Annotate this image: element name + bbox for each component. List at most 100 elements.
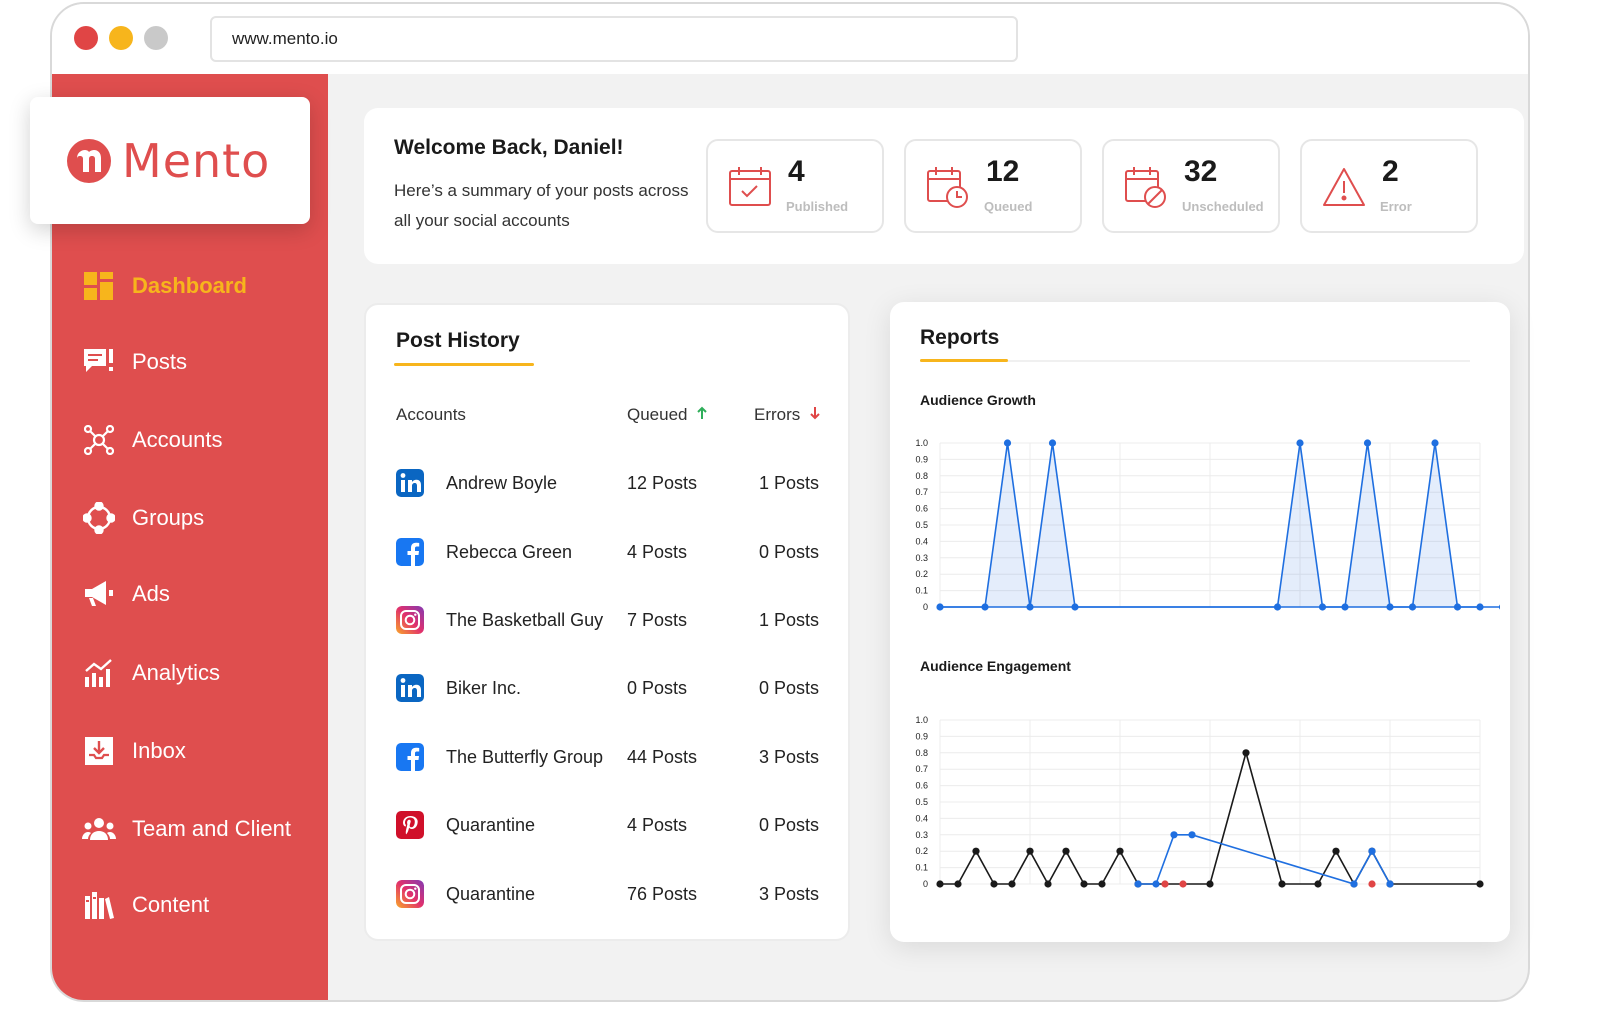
y-tick-label: 0.2 [915,569,928,579]
y-tick-label: 0.8 [915,471,928,481]
queued-count: 0 Posts [627,678,688,698]
close-window-button[interactable] [74,26,98,50]
data-point[interactable] [1080,880,1088,888]
browser-topbar: www.mento.io [52,4,1528,74]
data-point[interactable] [1476,880,1484,888]
table-row[interactable]: The Basketball Guy 7 Posts 1 Posts [366,606,848,642]
data-point[interactable] [1314,880,1322,888]
stat-label: Unscheduled [1182,199,1264,214]
data-point[interactable] [1044,880,1052,888]
sidebar-item-dashboard[interactable]: Dashboard [82,266,247,306]
data-point[interactable] [1062,847,1070,855]
data-point[interactable] [936,880,944,888]
data-point[interactable] [1116,847,1124,855]
data-point[interactable] [954,880,962,888]
table-row[interactable]: Rebecca Green 4 Posts 0 Posts [366,538,848,574]
data-point[interactable] [1152,880,1160,888]
sidebar-item-team-and-client[interactable]: Team and Client [82,809,291,849]
data-point[interactable] [1498,603,1500,610]
sidebar-item-inbox[interactable]: Inbox [82,731,186,771]
data-point[interactable] [1026,847,1034,855]
team-icon [82,812,116,846]
stat-queued[interactable]: 12 Queued [904,139,1082,233]
column-header-queued[interactable]: Queued [627,405,708,425]
y-tick-label: 0.6 [915,504,928,514]
data-point[interactable] [1332,847,1340,855]
brand-logo[interactable]: Mento [30,97,310,224]
table-row[interactable]: Andrew Boyle 12 Posts 1 Posts [366,469,848,505]
sort-down-arrow-icon [810,407,820,420]
analytics-icon [82,656,116,690]
data-point[interactable] [1170,831,1178,839]
data-point[interactable] [1098,880,1106,888]
stat-published[interactable]: 4 Published [706,139,884,233]
data-point[interactable] [990,880,998,888]
minimize-window-button[interactable] [109,26,133,50]
audience-engagement-chart: 0 0.1 0.2 0.3 0.4 0.5 0.6 0.7 0.8 0.9 1.0 [915,715,1484,889]
maximize-window-button[interactable] [144,26,168,50]
column-header-label: Queued [627,405,688,424]
y-tick-label: 0.1 [915,586,928,596]
sidebar-item-analytics[interactable]: Analytics [82,653,220,693]
errors-count: 1 Posts [759,610,820,630]
books-icon [82,888,116,922]
inbox-icon [82,734,116,768]
sidebar-item-content[interactable]: Content [82,885,209,925]
stat-value: 32 [1184,155,1218,188]
errors-count: 3 Posts [759,747,820,767]
data-point[interactable] [1386,880,1394,888]
address-bar[interactable]: www.mento.io [210,16,1018,62]
data-point[interactable] [972,847,980,855]
errors-count: 0 Posts [759,815,820,835]
data-point[interactable] [1350,880,1358,888]
accounts-icon [82,423,116,457]
sidebar-item-accounts[interactable]: Accounts [82,420,223,460]
data-point[interactable] [1188,831,1196,839]
sidebar-item-posts[interactable]: Posts [82,342,187,382]
posts-icon [82,345,116,379]
data-point[interactable] [1048,439,1057,447]
series-line [1138,834,1391,885]
sidebar-item-groups[interactable]: Groups [82,498,204,538]
brand-name: Mento [122,133,271,188]
data-point[interactable] [1161,880,1169,888]
data-point[interactable] [1008,880,1016,888]
data-point[interactable] [1179,880,1187,888]
data-point[interactable] [1242,749,1250,757]
data-point[interactable] [1278,880,1286,888]
table-row[interactable]: The Butterfly Group 44 Posts 3 Posts [366,743,848,779]
data-point[interactable] [1363,439,1372,447]
data-point[interactable] [1368,847,1376,855]
table-row[interactable]: Quarantine 76 Posts 3 Posts [366,880,848,916]
queued-count: 12 Posts [627,473,698,493]
stat-label: Queued [984,199,1033,214]
data-point[interactable] [1003,439,1012,447]
account-name: Rebecca Green [446,542,573,562]
column-header-errors[interactable]: Errors [754,405,821,425]
account-name: Quarantine [446,815,536,835]
stat-unscheduled[interactable]: 32 Unscheduled [1102,139,1280,233]
reports-title: Reports [920,326,1000,349]
y-tick-label: 0.3 [915,830,928,840]
groups-icon [82,501,116,535]
megaphone-icon [82,577,116,611]
audience-growth-chart: 0 0.1 0.2 0.3 0.4 0.5 0.6 0.7 0.8 0.9 1.0 [915,438,1500,612]
data-point[interactable] [1296,439,1304,447]
data-point[interactable] [1368,880,1376,888]
data-point[interactable] [1431,439,1439,447]
y-tick-label: 0.7 [915,487,928,497]
column-header-accounts[interactable]: Accounts [396,405,466,425]
data-point[interactable] [1134,880,1142,888]
title-underline [394,363,534,366]
title-underline [920,359,1008,362]
sidebar-item-label: Posts [132,349,188,374]
stat-error[interactable]: 2 Error [1300,139,1478,233]
sidebar-item-ads[interactable]: Ads [82,574,170,614]
data-point[interactable] [1206,880,1214,888]
linkedin-icon [396,469,424,497]
table-row[interactable]: Quarantine 4 Posts 0 Posts [366,811,848,847]
calendar-check-icon [729,167,771,206]
sidebar-item-label: Dashboard [132,273,247,298]
sidebar-item-label: Inbox [132,738,186,763]
table-row[interactable]: Biker Inc. 0 Posts 0 Posts [366,674,848,710]
